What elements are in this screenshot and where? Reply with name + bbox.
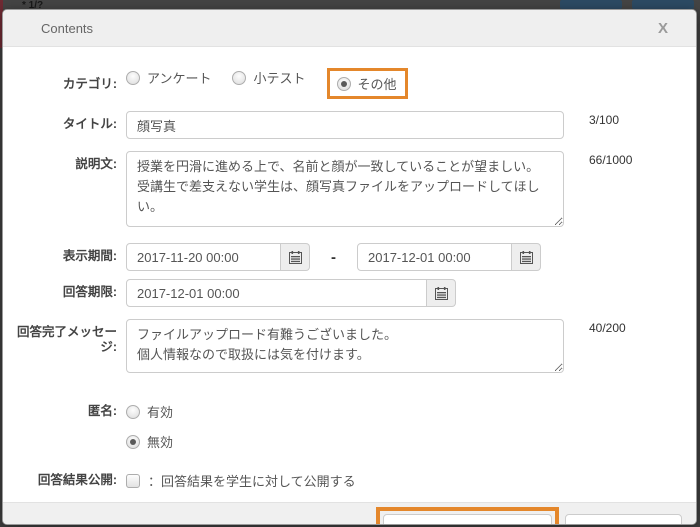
radio-enabled-label: 有効 xyxy=(147,402,173,421)
radio-unchecked-icon[interactable] xyxy=(126,71,140,85)
background-button-fragment xyxy=(632,0,694,9)
radio-checked-icon[interactable] xyxy=(126,435,140,449)
result-public-label: 回答結果公開: xyxy=(3,467,126,488)
deadline-input[interactable] xyxy=(126,279,427,307)
title-row: タイトル: 3/100 xyxy=(3,111,696,139)
close-icon[interactable]: X xyxy=(644,20,682,37)
anonymous-label: 匿名: xyxy=(3,397,126,419)
description-char-counter: 66/1000 xyxy=(589,151,632,167)
radio-anonymous-enabled[interactable]: 有効 xyxy=(126,402,173,421)
modal-header: Contents X xyxy=(3,10,696,47)
period-end-group xyxy=(357,243,541,271)
radio-quiz-label: 小テスト xyxy=(253,68,305,87)
contents-modal: Contents X カテゴリ: アンケート 小テスト その他 xyxy=(2,9,697,525)
highlight-box-submit: 登録して質問を作成する xyxy=(376,507,559,526)
category-options: アンケート 小テスト その他 xyxy=(126,68,408,99)
radio-anonymous-disabled[interactable]: 無効 xyxy=(126,432,173,451)
period-separator: - xyxy=(310,243,357,266)
radio-survey[interactable]: アンケート xyxy=(126,68,211,87)
result-public-checkbox-item[interactable]: ：回答結果を学生に対して公開する xyxy=(126,467,356,490)
display-period-row: 表示期間: - xyxy=(3,243,696,271)
completion-message-row: 回答完了メッセージ: ファイルアップロード有難うございました。 個人情報なので取… xyxy=(3,319,696,373)
period-start-group xyxy=(126,243,310,271)
description-row: 説明文: 授業を円滑に進める上で、名前と顔が一致していることが望ましい。 受講生… xyxy=(3,151,696,227)
result-public-row: 回答結果公開: ：回答結果を学生に対して公開する xyxy=(3,467,696,490)
background-button-fragment xyxy=(560,0,622,9)
anonymous-row: 匿名: 有効 無効 xyxy=(3,397,696,451)
result-public-checkbox-label: ：回答結果を学生に対して公開する xyxy=(148,471,356,490)
title-input[interactable] xyxy=(126,111,564,139)
submit-create-question-button[interactable]: 登録して質問を作成する xyxy=(383,514,552,526)
category-row: カテゴリ: アンケート 小テスト その他 xyxy=(3,63,696,99)
checkbox-unchecked-icon[interactable] xyxy=(126,474,140,488)
period-start-input[interactable] xyxy=(126,243,281,271)
anonymous-options: 有効 無効 xyxy=(126,397,194,451)
modal-footer: 登録して質問を作成する 一覧画面へ戻る xyxy=(3,502,696,525)
modal-title: Contents xyxy=(41,21,93,36)
title-label: タイトル: xyxy=(3,111,126,132)
radio-quiz[interactable]: 小テスト xyxy=(232,68,305,87)
modal-body: カテゴリ: アンケート 小テスト その他 xyxy=(3,47,696,502)
calendar-icon[interactable] xyxy=(512,243,541,271)
highlight-box-category-other: その他 xyxy=(327,68,408,99)
completion-message-textarea[interactable]: ファイルアップロード有難うございました。 個人情報なので取扱には気を付けます。 xyxy=(126,319,564,373)
answer-deadline-row: 回答期限: xyxy=(3,279,696,307)
answer-deadline-label: 回答期限: xyxy=(3,279,126,300)
calendar-icon[interactable] xyxy=(427,279,456,307)
radio-other-label: その他 xyxy=(358,74,397,93)
completion-message-label: 回答完了メッセージ: xyxy=(3,319,126,355)
completion-message-char-counter: 40/200 xyxy=(589,319,626,335)
display-period-label: 表示期間: xyxy=(3,243,126,264)
description-label: 説明文: xyxy=(3,151,126,172)
radio-checked-icon[interactable] xyxy=(337,77,351,91)
radio-survey-label: アンケート xyxy=(147,68,211,87)
radio-other[interactable]: その他 xyxy=(337,74,397,93)
description-textarea[interactable]: 授業を円滑に進める上で、名前と顔が一致していることが望ましい。 受講生で差支えな… xyxy=(126,151,564,227)
radio-unchecked-icon[interactable] xyxy=(232,71,246,85)
period-end-input[interactable] xyxy=(357,243,512,271)
calendar-icon[interactable] xyxy=(281,243,310,271)
radio-disabled-label: 無効 xyxy=(147,432,173,451)
title-char-counter: 3/100 xyxy=(589,111,619,127)
radio-unchecked-icon[interactable] xyxy=(126,405,140,419)
back-to-list-button[interactable]: 一覧画面へ戻る xyxy=(565,514,682,526)
category-label: カテゴリ: xyxy=(3,75,126,92)
deadline-group xyxy=(126,279,456,307)
